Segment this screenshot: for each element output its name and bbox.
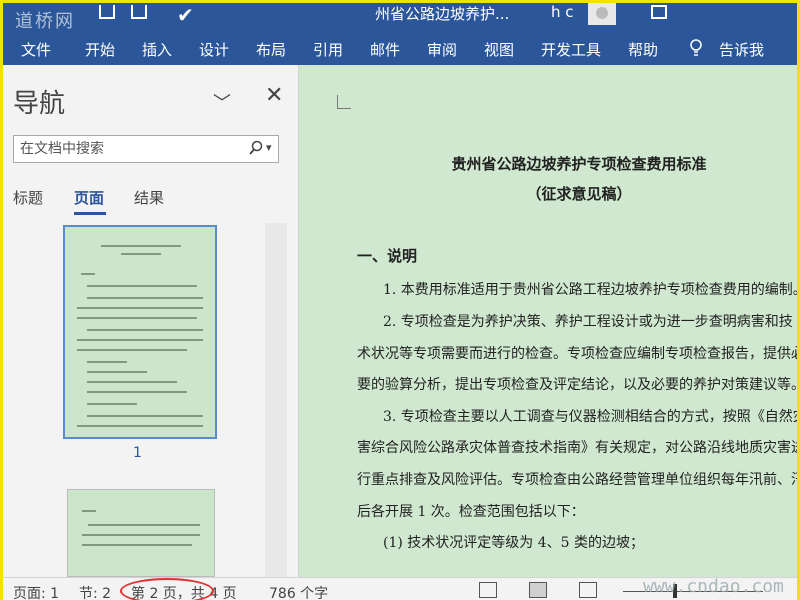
tab-design[interactable]: 设计: [199, 39, 229, 60]
web-layout-icon[interactable]: [579, 582, 597, 598]
status-page[interactable]: 页面: 1: [13, 583, 59, 600]
tab-developer[interactable]: 开发工具: [541, 39, 601, 60]
status-section[interactable]: 节: 2: [79, 583, 111, 600]
paragraph-line: 术状况等专项需要而进行的检查。专项检查应编制专项检查报告，提供必: [357, 346, 797, 362]
search-icon[interactable]: [248, 140, 264, 156]
margin-corner-mark: [337, 95, 351, 109]
tab-insert[interactable]: 插入: [142, 39, 172, 60]
nav-tab-results[interactable]: 结果: [134, 187, 164, 208]
search-input[interactable]: [20, 139, 240, 159]
navigation-pane: 导航 ﹀ ✕ ▾ 标题 页面 结果 1: [3, 65, 299, 577]
tab-help[interactable]: 帮助: [628, 39, 658, 60]
chevron-down-icon[interactable]: ﹀: [213, 89, 231, 115]
user-name[interactable]: h c: [551, 3, 574, 21]
section-heading: 一、说明: [357, 247, 418, 265]
tab-layout[interactable]: 布局: [256, 39, 286, 60]
document-subtitle: （征求意见稿）: [526, 185, 632, 203]
avatar[interactable]: [588, 3, 616, 25]
page-thumbnail-number: 1: [133, 445, 142, 461]
watermark-logo: 道桥网: [15, 11, 75, 32]
lightbulb-icon[interactable]: [689, 39, 703, 57]
document-title: 州省公路边坡养护...: [375, 5, 510, 23]
highlight-annotation: [120, 578, 214, 600]
tab-mailings[interactable]: 邮件: [370, 39, 400, 60]
tab-references[interactable]: 引用: [313, 39, 343, 60]
page-thumbnail-1[interactable]: [63, 225, 217, 439]
ribbon-tabs: 文件 开始 插入 设计 布局 引用 邮件 审阅 视图 开发工具 帮助 告诉我: [3, 33, 797, 65]
tab-review[interactable]: 审阅: [427, 39, 457, 60]
status-bar: 页面: 1 节: 2 第 2 页，共 4 页 786 个字 www.cndao.…: [3, 576, 797, 600]
page-thumbnail-2[interactable]: [67, 489, 215, 577]
tab-view[interactable]: 视图: [484, 39, 514, 60]
tab-home[interactable]: 开始: [85, 39, 115, 60]
thumbnail-scrollbar[interactable]: [265, 223, 287, 577]
navigation-title: 导航: [13, 89, 66, 119]
new-document-icon[interactable]: [131, 5, 147, 19]
print-layout-icon[interactable]: [529, 582, 547, 598]
status-word-count[interactable]: 786 个字: [269, 583, 328, 600]
nav-tab-headings[interactable]: 标题: [13, 187, 43, 208]
paragraph-line: 害综合风险公路承灾体普查技术指南》有关规定，对公路沿线地质灾害进: [357, 440, 797, 456]
nav-tab-pages[interactable]: 页面: [74, 187, 104, 208]
document-heading: 贵州省公路边坡养护专项检查费用标准: [451, 155, 707, 173]
paragraph-line: 后各开展 1 次。检查范围包括以下：: [357, 504, 585, 520]
paragraph-line: 3. 专项检查主要以人工调查与仪器检测相结合的方式，按照《自然灾: [383, 409, 797, 425]
tell-me-search[interactable]: 告诉我: [719, 39, 764, 60]
paragraph-line: 2. 专项检查是为养护决策、养护工程设计或为进一步查明病害和技: [383, 314, 793, 330]
check-icon[interactable]: ✔: [177, 3, 194, 27]
read-mode-icon[interactable]: [479, 582, 497, 598]
tab-file[interactable]: 文件: [21, 39, 51, 60]
watermark-url: www.cndao.com: [643, 576, 784, 597]
search-box: ▾: [13, 135, 279, 163]
active-tab-indicator: [74, 212, 106, 215]
paragraph-line: 要的验算分析，提出专项检查及评定结论，以及必要的养护对策建议等。: [357, 377, 797, 393]
close-icon[interactable]: ✕: [265, 83, 283, 108]
paragraph-line: 行重点排查及风险评估。专项检查由公路经营管理单位组织每年汛前、汛: [357, 472, 797, 488]
paragraph-line: 1. 本费用标准适用于贵州省公路工程边坡养护专项检查费用的编制。: [383, 282, 797, 298]
save-icon[interactable]: [99, 5, 115, 19]
ribbon-display-options-icon[interactable]: [651, 5, 667, 19]
paragraph-line: (1) 技术状况评定等级为 4、5 类的边坡；: [383, 535, 644, 551]
search-options-chevron-icon[interactable]: ▾: [266, 141, 272, 154]
document-canvas[interactable]: 贵州省公路边坡养护专项检查费用标准 （征求意见稿） 一、说明 1. 本费用标准适…: [299, 65, 797, 577]
title-bar: 道桥网 ✔ 州省公路边坡养护... h c: [3, 3, 797, 33]
